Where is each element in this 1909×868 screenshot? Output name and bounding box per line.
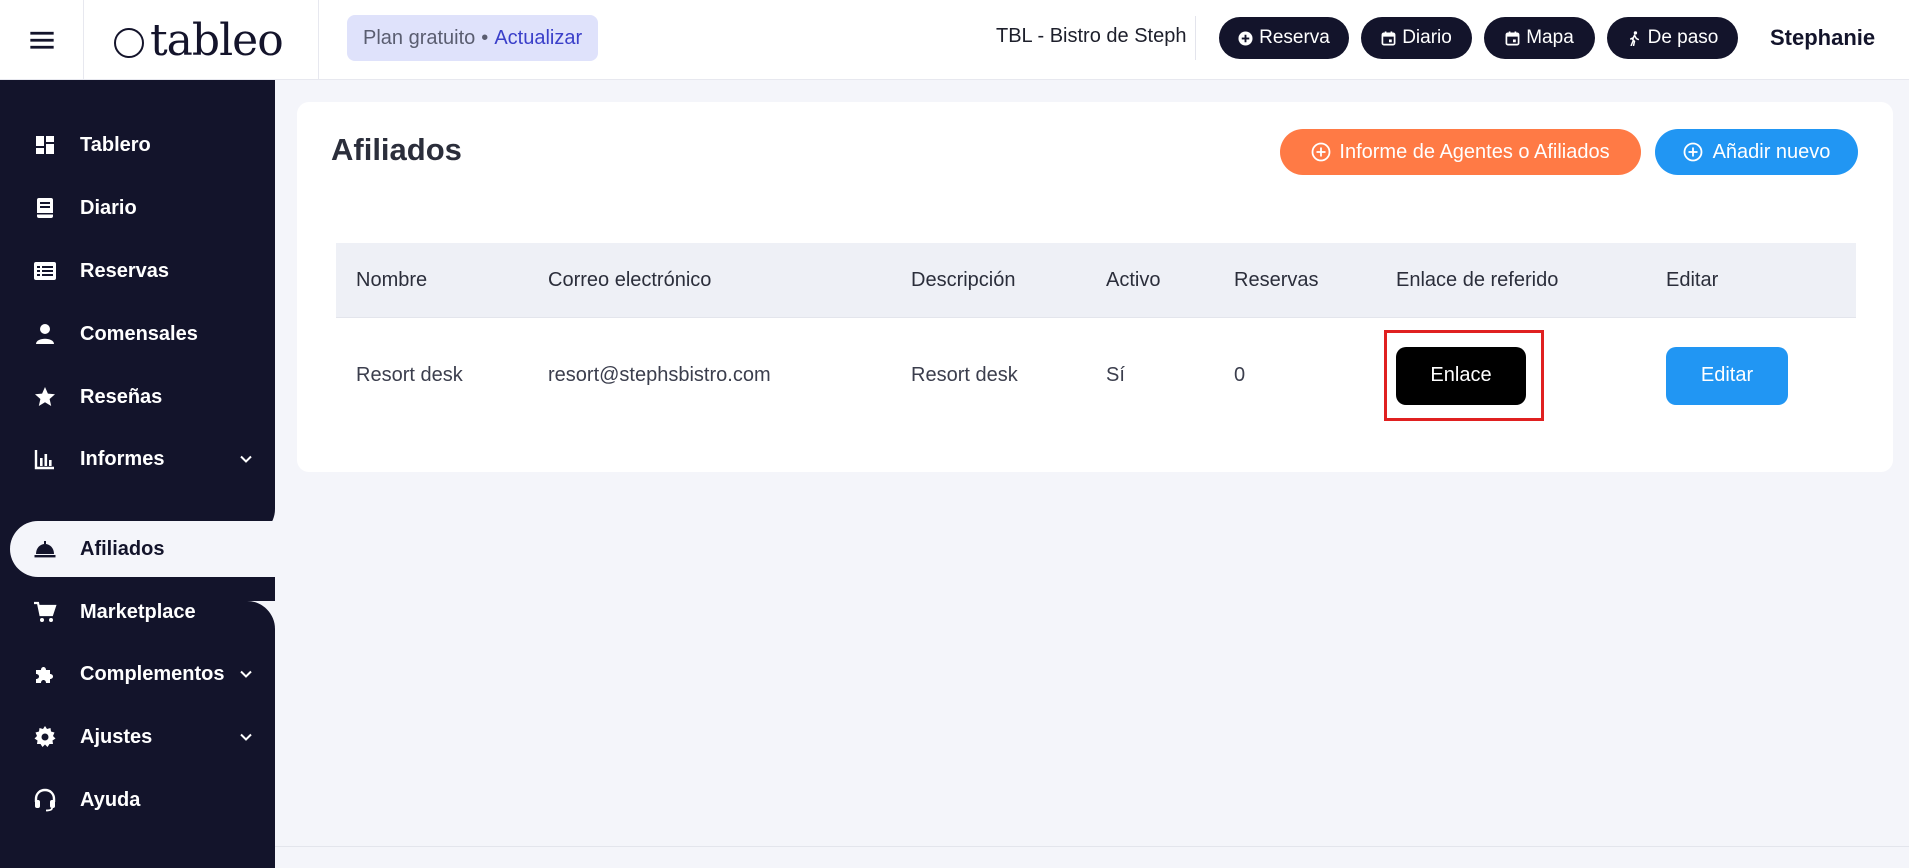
sidebar-item-diario[interactable]: Diario	[0, 180, 275, 236]
highlight-box	[1384, 330, 1544, 421]
add-new-label: Añadir nuevo	[1712, 140, 1831, 163]
sidebar-item-comensales[interactable]: Comensales	[0, 306, 275, 362]
plus-circle-icon	[1683, 142, 1702, 162]
column-header-editar: Editar	[1666, 268, 1719, 291]
new-reservation-label: Reserva	[1259, 27, 1330, 48]
sidebar-item-label: Ayuda	[80, 788, 141, 811]
page-title: Afiliados	[331, 132, 462, 167]
puzzle-icon	[32, 661, 58, 687]
calendar-icon	[1381, 30, 1396, 45]
cell-activo: Sí	[1106, 364, 1125, 386]
top-bar: tableo Plan gratuito • Actualizar TBL - …	[0, 0, 1909, 80]
sidebar-item-ayuda[interactable]: Ayuda	[0, 772, 275, 828]
sidebar-item-afiliados[interactable]: Afiliados	[10, 521, 275, 577]
chevron-down-icon	[240, 670, 252, 678]
sidebar-item-tablero[interactable]: Tablero	[0, 117, 275, 173]
book-icon	[32, 195, 58, 221]
map-label: Mapa	[1526, 27, 1574, 48]
sidebar: Tablero Diario Reservas Comensales Reseñ…	[0, 80, 275, 868]
sidebar-item-label: Ajustes	[80, 725, 153, 748]
sidebar-item-label: Diario	[80, 196, 137, 219]
bell-icon	[32, 536, 58, 562]
sidebar-item-label: Marketplace	[80, 600, 196, 623]
column-header-enlace: Enlace de referido	[1396, 268, 1559, 291]
walk-in-label: De paso	[1647, 27, 1719, 48]
restaurant-name[interactable]: TBL - Bistro de Steph	[996, 25, 1186, 48]
affiliate-report-button[interactable]: Informe de Agentes o Afiliados	[1280, 129, 1641, 175]
upgrade-link[interactable]: Actualizar	[494, 27, 582, 50]
walk-icon	[1629, 30, 1639, 46]
affiliates-card: Afiliados Informe de Agentes o Afiliados…	[297, 102, 1893, 472]
bar-chart-icon	[32, 446, 58, 472]
gear-icon	[32, 724, 58, 750]
logo-ring-icon	[114, 28, 144, 58]
plan-separator: •	[481, 26, 489, 49]
diary-label: Diario	[1402, 27, 1452, 48]
sidebar-item-marketplace[interactable]: Marketplace	[0, 584, 275, 640]
sidebar-item-label: Informes	[80, 447, 165, 470]
walk-in-button[interactable]: De paso	[1607, 17, 1738, 59]
table-row: Resort desk resort@stephsbistro.com Reso…	[336, 317, 1856, 433]
sidebar-item-label: Reseñas	[80, 385, 163, 408]
sidebar-item-informes[interactable]: Informes	[0, 431, 275, 487]
cell-editar: Editar	[1666, 318, 1788, 433]
column-header-descripcion: Descripción	[911, 268, 1016, 291]
dashboard-icon	[32, 132, 58, 158]
sidebar-item-label: Complementos	[80, 662, 225, 685]
star-icon	[32, 384, 58, 410]
cell-descripcion: Resort desk	[911, 364, 1018, 386]
cell-nombre: Resort desk	[356, 364, 463, 386]
sidebar-item-label: Comensales	[80, 322, 198, 345]
affiliates-table: Nombre Correo electrónico Descripción Ac…	[336, 243, 1856, 433]
sidebar-item-reservas[interactable]: Reservas	[0, 243, 275, 299]
chevron-down-icon	[240, 455, 252, 463]
cell-reservas: 0	[1234, 364, 1246, 386]
cart-icon	[32, 599, 58, 625]
list-icon	[32, 258, 58, 284]
column-header-nombre: Nombre	[356, 268, 428, 291]
plan-label: Plan gratuito	[363, 26, 476, 49]
chevron-down-icon	[240, 733, 252, 741]
plus-circle-icon	[1312, 142, 1331, 162]
footer-divider	[275, 846, 1909, 847]
tableo-logo[interactable]: tableo	[114, 14, 284, 66]
edit-button[interactable]: Editar	[1666, 346, 1788, 405]
plus-circle-icon	[1238, 30, 1253, 46]
logo-text: tableo	[150, 14, 284, 66]
new-reservation-button[interactable]: Reserva	[1219, 17, 1349, 59]
affiliate-report-label: Informe de Agentes o Afiliados	[1339, 140, 1610, 163]
divider	[1195, 16, 1196, 60]
sidebar-item-label: Afiliados	[80, 537, 165, 560]
calendar-icon	[1505, 30, 1520, 45]
column-header-reservas: Reservas	[1234, 268, 1319, 291]
cell-correo: resort@stephsbistro.com	[548, 364, 771, 386]
sidebar-item-complementos[interactable]: Complementos	[0, 646, 275, 702]
divider	[318, 0, 319, 80]
sidebar-item-resenas[interactable]: Reseñas	[0, 369, 275, 425]
user-name[interactable]: Stephanie	[1770, 25, 1875, 51]
sidebar-item-label: Tablero	[80, 133, 151, 156]
column-header-activo: Activo	[1106, 268, 1161, 291]
add-new-button[interactable]: Añadir nuevo	[1655, 129, 1858, 175]
sidebar-item-label: Reservas	[80, 259, 169, 282]
headset-icon	[32, 787, 58, 813]
sidebar-item-ajustes[interactable]: Ajustes	[0, 709, 275, 765]
person-icon	[32, 321, 58, 347]
menu-icon[interactable]	[0, 0, 84, 80]
plan-badge: Plan gratuito • Actualizar	[347, 15, 599, 61]
map-button[interactable]: Mapa	[1484, 17, 1595, 59]
column-header-correo: Correo electrónico	[548, 268, 712, 291]
table-header: Nombre Correo electrónico Descripción Ac…	[336, 243, 1856, 317]
diary-button[interactable]: Diario	[1361, 17, 1472, 59]
